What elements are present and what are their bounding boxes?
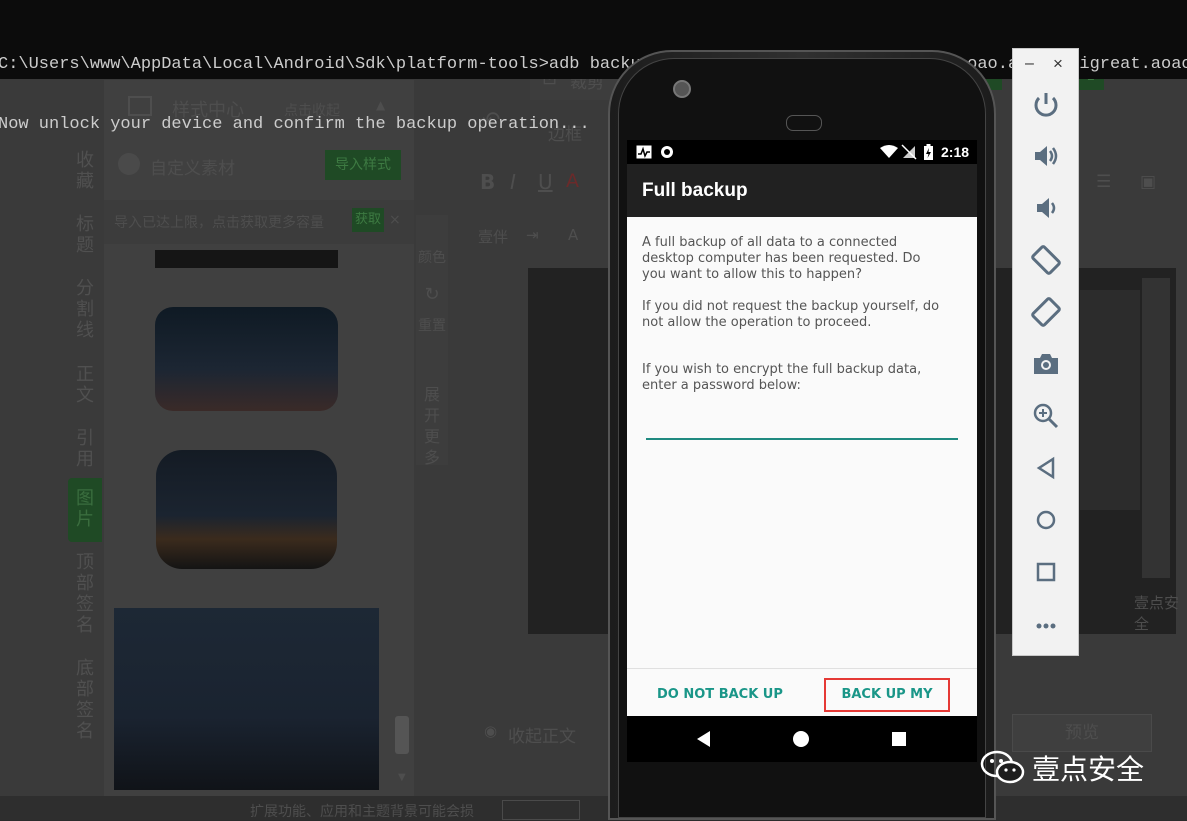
- volume-down-icon[interactable]: [1029, 191, 1063, 225]
- status-time: 2:18: [941, 144, 970, 160]
- encrypt-instruction-text: If you wish to encrypt the full backup d…: [642, 362, 922, 393]
- back-up-my-data-button[interactable]: BACK UP MY DATA: [824, 678, 950, 732]
- nav-home-icon[interactable]: [793, 731, 809, 747]
- tab-body[interactable]: 正文: [68, 364, 102, 414]
- tab-divider[interactable]: 分割线: [68, 278, 102, 342]
- nav-back-icon[interactable]: [697, 731, 711, 747]
- command-prompt: C:\Users\www\AppData\Local\Android\Sdk\p…: [0, 0, 1187, 134]
- image-thumbnail[interactable]: [155, 307, 338, 411]
- reset-action[interactable]: 重置: [416, 315, 448, 335]
- volume-up-icon[interactable]: [1029, 139, 1063, 173]
- browser-notice-bar: [0, 796, 1187, 820]
- overview-icon[interactable]: [1029, 555, 1063, 589]
- italic-icon[interactable]: I: [510, 170, 516, 194]
- password-underline: [646, 438, 958, 440]
- add-icon: [118, 153, 140, 175]
- dialog-title: Full backup: [642, 180, 748, 201]
- zoom-icon[interactable]: [1029, 399, 1063, 433]
- home-icon[interactable]: [1029, 503, 1063, 537]
- image-thumbnail[interactable]: [156, 450, 337, 569]
- minimize-icon[interactable]: –: [1025, 55, 1034, 73]
- tab-image[interactable]: 图片: [68, 478, 102, 542]
- mirrored-watermark: 壹点安全: [1134, 594, 1180, 633]
- wechat-logo-icon: [980, 750, 1025, 784]
- scroll-down-icon[interactable]: ▼: [398, 772, 406, 783]
- rotate-right-icon[interactable]: [1029, 295, 1063, 329]
- obtain-button[interactable]: 获取: [352, 208, 384, 232]
- collapse-body-button[interactable]: 收起正文: [508, 722, 576, 747]
- font-size-icon[interactable]: A: [568, 226, 578, 244]
- mirrored-phone: [1080, 290, 1140, 510]
- extension-notice: 扩展功能、应用和主题背景可能会损: [250, 804, 474, 820]
- tab-bottom-signature[interactable]: 底部签名: [68, 658, 102, 744]
- custom-material-label: 自定义素材: [150, 159, 235, 179]
- activity-icon: [636, 145, 652, 159]
- wifi-icon: [880, 145, 898, 158]
- tab-favorites[interactable]: 收藏: [68, 150, 102, 200]
- underline-icon[interactable]: U: [538, 170, 553, 194]
- backup-request-text: A full backup of all data to a connected…: [642, 235, 921, 282]
- power-icon[interactable]: [1029, 87, 1063, 121]
- limit-notice-text: 导入已达上限，点击获取更多容量: [114, 215, 324, 231]
- rotate-left-icon[interactable]: [1029, 243, 1063, 277]
- tab-title[interactable]: 标题: [68, 214, 102, 264]
- reset-icon[interactable]: ↻: [416, 284, 448, 305]
- sync-icon: [661, 146, 673, 158]
- image-thumbnail[interactable]: [155, 250, 338, 268]
- nav-overview-icon[interactable]: [892, 732, 906, 746]
- mirrored-toolbar: [1142, 278, 1170, 578]
- back-icon[interactable]: [1029, 451, 1063, 485]
- layout-icon[interactable]: ▣: [1140, 172, 1156, 192]
- font-label[interactable]: 壹伴: [478, 226, 508, 247]
- preview-button[interactable]: 预览: [1012, 714, 1152, 752]
- expand-more-action[interactable]: 展开更多: [424, 384, 440, 468]
- align-icon[interactable]: ☰: [1096, 172, 1111, 192]
- panel-scrollbar[interactable]: [395, 716, 409, 754]
- notice-action-button[interactable]: [502, 800, 580, 820]
- password-input[interactable]: [646, 410, 962, 438]
- image-thumbnail[interactable]: [114, 608, 379, 790]
- battery-charging-icon: [924, 144, 933, 160]
- android-nav-bar: [627, 716, 977, 762]
- text-color-icon[interactable]: A: [566, 170, 579, 192]
- notice-close-icon[interactable]: ×: [389, 212, 401, 228]
- emulator-toolbar: – ×: [1012, 48, 1079, 656]
- tab-quote[interactable]: 引用: [68, 428, 102, 478]
- front-camera-icon: [673, 80, 691, 98]
- terminal-output-line: Now unlock your device and confirm the b…: [0, 115, 590, 134]
- camera-icon[interactable]: [1029, 347, 1063, 381]
- warning-text: If you did not request the backup yourse…: [642, 299, 940, 330]
- button-divider: [627, 668, 977, 669]
- watermark-text: 壹点安全: [1032, 753, 1145, 786]
- terminal-command-line: C:\Users\www\AppData\Local\Android\Sdk\p…: [0, 55, 1187, 74]
- more-icon[interactable]: [1029, 607, 1063, 641]
- collapse-body-icon[interactable]: ◉: [484, 722, 497, 740]
- no-signal-icon: [901, 144, 917, 160]
- earpiece-speaker: [786, 115, 822, 131]
- tab-top-signature[interactable]: 顶部签名: [68, 552, 102, 638]
- android-screen: 2:18 Full backup A full backup of all da…: [627, 140, 977, 762]
- close-icon[interactable]: ×: [1053, 54, 1063, 74]
- indent-icon[interactable]: ⇥: [526, 226, 539, 244]
- bold-icon[interactable]: B: [480, 170, 495, 194]
- do-not-back-up-button[interactable]: DO NOT BACK UP: [657, 678, 783, 712]
- status-bar: 2:18: [627, 140, 977, 164]
- color-action[interactable]: 颜色: [416, 247, 448, 267]
- app-bar: Full backup: [627, 164, 977, 217]
